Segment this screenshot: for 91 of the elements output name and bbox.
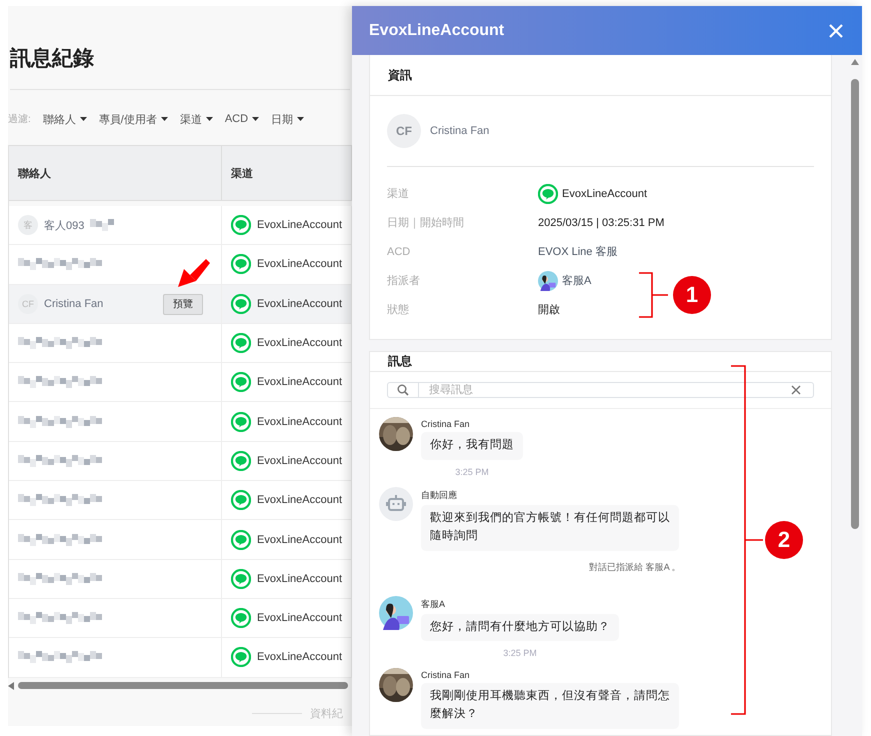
message-bubble: 您好，請問有什麼地方可以協助？ — [421, 614, 619, 642]
table-row[interactable]: EvoxLineAccount — [9, 520, 352, 560]
table-row[interactable]: EvoxLineAccount — [9, 638, 352, 678]
filter-dropdown[interactable]: 日期 — [271, 112, 304, 126]
channel-name: EvoxLineAccount — [257, 612, 342, 624]
caret-icon — [160, 117, 168, 121]
chat-bubble-icon — [231, 412, 251, 432]
chat-bubble-icon — [231, 530, 251, 550]
field-label: 指派者 — [387, 274, 421, 289]
filter-dropdown[interactable]: 渠道 — [180, 112, 213, 126]
chat-bubble-icon — [231, 450, 251, 471]
table-row[interactable]: EvoxLineAccount — [9, 363, 352, 402]
chat-bubble-icon — [231, 490, 251, 510]
channel-name: EvoxLineAccount — [257, 416, 342, 428]
chat-bubble-icon — [231, 215, 251, 236]
message-bubble: 我剛剛使用耳機聽東西，但沒有聲音，請問怎麼解決？ — [421, 683, 679, 729]
search-input[interactable]: 搜尋訊息 — [419, 383, 791, 398]
channel-name: EvoxLineAccount — [257, 651, 342, 664]
page-title: 訊息紀錄 — [10, 44, 350, 90]
scroll-left-icon[interactable] — [8, 682, 14, 690]
field-label: 日期｜開始時間 — [387, 216, 465, 231]
clear-icon[interactable] — [791, 385, 801, 396]
caret-icon — [80, 117, 87, 121]
filter-dropdown[interactable]: ACD — [224, 113, 260, 125]
table-row[interactable]: EvoxLineAccount — [9, 481, 352, 520]
chat-bubble-icon — [231, 608, 251, 628]
message-bubble: 你好，我有問題 — [421, 432, 523, 460]
field-value[interactable]: EVOX Line 客服 — [538, 244, 618, 259]
channel-name: EvoxLineAccount — [257, 337, 342, 350]
chat-bubble-icon — [538, 184, 558, 204]
search-bar[interactable]: 搜尋訊息 — [387, 382, 814, 398]
table-row[interactable]: EvoxLineAccount — [9, 402, 352, 442]
channel-name: EvoxLineAccount — [257, 298, 342, 310]
chat-bubble-icon — [231, 647, 251, 668]
table-row[interactable]: EvoxLineAccount — [9, 245, 352, 285]
caret-icon — [297, 117, 304, 121]
scrollbar-thumb[interactable] — [18, 682, 348, 690]
robot-avatar — [379, 486, 413, 521]
field-value: 2025/03/15 | 03:25:31 PM — [538, 216, 664, 228]
field-label: 狀態 — [387, 303, 410, 318]
sender-name: 客服A — [421, 598, 446, 611]
chat-bubble-icon — [231, 294, 251, 314]
table-row[interactable]: EvoxLineAccount — [9, 560, 352, 599]
caret-icon — [252, 117, 260, 121]
chat-bubble-icon — [231, 372, 251, 392]
filter-dropdown[interactable]: 聯絡人 — [42, 112, 87, 126]
section-title: 資訊 — [370, 55, 831, 96]
sender-name: Cristina Fan — [421, 419, 470, 430]
record-count-label: 資料紀 — [310, 706, 343, 721]
panel-title: EvoxLineAccount — [369, 22, 504, 40]
filter-dropdown[interactable]: 專員/使用者 — [98, 112, 168, 126]
agent-avatar — [538, 270, 558, 290]
message-time: 3:25 PM — [455, 466, 489, 477]
scrollbar-thumb[interactable] — [851, 79, 859, 529]
chat-bubble-icon — [231, 568, 251, 589]
channel-name: EvoxLineAccount — [257, 454, 342, 467]
system-notice: 對話已指派給 客服A 。 — [589, 560, 681, 574]
field-label: ACD — [387, 244, 412, 260]
scroll-up-icon[interactable] — [851, 59, 859, 65]
column-header: 聯絡人 — [9, 146, 222, 200]
channel-name: EvoxLineAccount — [257, 376, 342, 388]
chat-bubble-icon — [231, 333, 251, 354]
agent-avatar — [379, 596, 413, 630]
preview-button[interactable]: 預覽 — [163, 294, 203, 315]
contact-name: 客人093 — [44, 218, 84, 233]
table-row[interactable]: EvoxLineAccount — [9, 598, 352, 638]
channel-name: EvoxLineAccount — [257, 258, 342, 270]
bracket-drawing — [638, 272, 670, 318]
message-bubble: 歡迎來到我們的官方帳號！有任何問題都可以隨時詢問 — [421, 504, 679, 551]
caret-icon — [206, 117, 213, 121]
close-button[interactable] — [828, 22, 844, 38]
contact-name: Cristina Fan — [430, 125, 490, 137]
field-label: 渠道 — [387, 186, 410, 202]
sender-name: Cristina Fan — [421, 670, 470, 680]
field-value: 客服A — [562, 274, 592, 288]
table-row[interactable]: EvoxLineAccount — [9, 442, 352, 482]
sender-name: 自動回應 — [421, 488, 457, 502]
filter-label: 過濾: — [8, 112, 31, 126]
channel-name: EvoxLineAccount — [257, 534, 342, 546]
channel-name: EvoxLineAccount — [257, 572, 342, 585]
search-icon — [397, 384, 409, 396]
field-value: EvoxLineAccount — [562, 188, 647, 200]
message-time: 3:25 PM — [503, 648, 537, 658]
channel-name: EvoxLineAccount — [257, 494, 342, 506]
contact-name: Cristina Fan — [44, 298, 104, 310]
table-row[interactable]: EvoxLineAccount — [9, 324, 352, 364]
section-title: 訊息 — [370, 352, 831, 372]
field-value: 開啟 — [538, 303, 560, 317]
channel-name: EvoxLineAccount — [257, 219, 342, 232]
initials-avatar: CF — [387, 114, 421, 148]
chat-bubble-icon — [231, 254, 251, 274]
